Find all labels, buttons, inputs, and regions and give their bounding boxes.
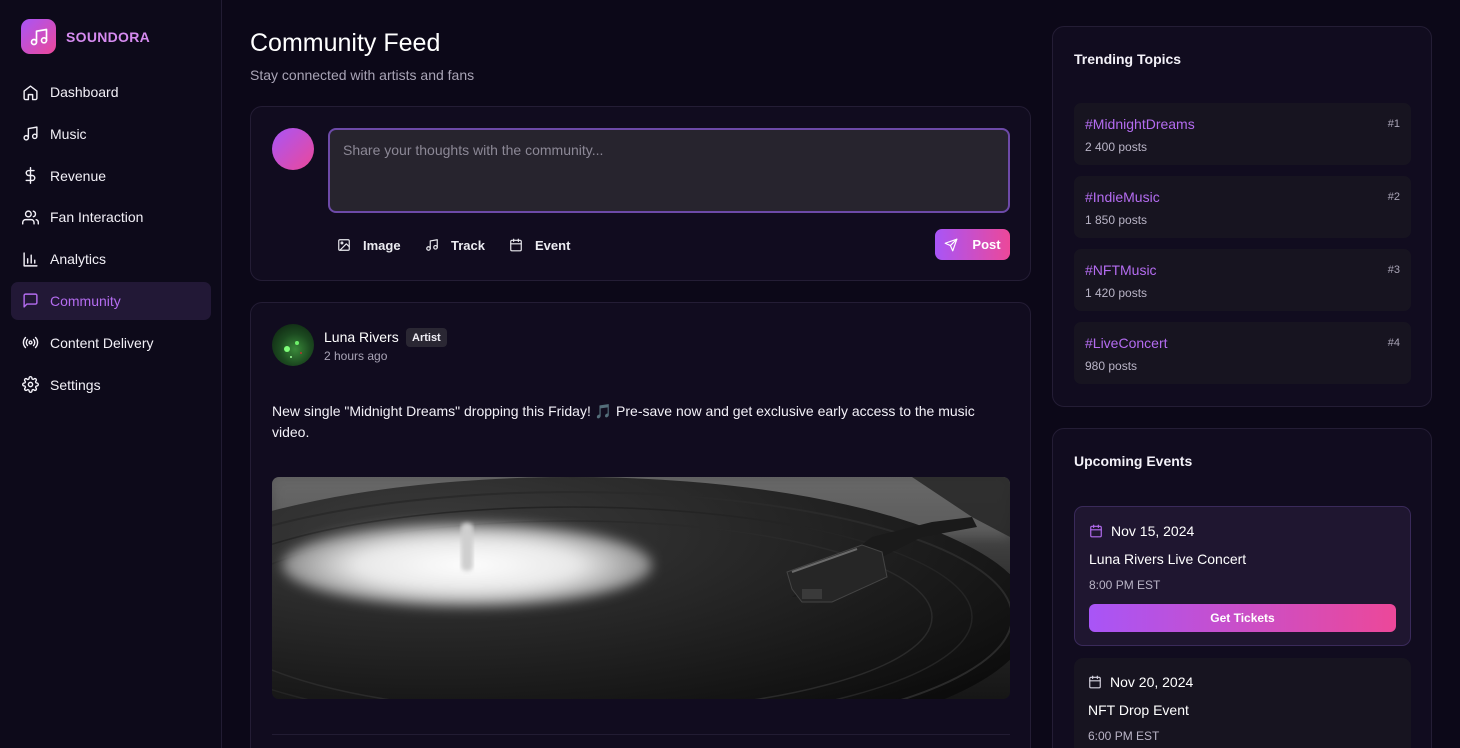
topic-post-count: 980 posts <box>1085 359 1138 373</box>
brand-name: SOUNDORA <box>66 28 151 45</box>
event-time: 8:00 PM EST <box>1089 578 1161 592</box>
event-name: Luna Rivers Live Concert <box>1089 551 1247 567</box>
post-body: New single "Midnight Dreams" dropping th… <box>272 403 975 440</box>
event-name: NFT Drop Event <box>1088 702 1189 718</box>
image-icon <box>338 239 350 251</box>
post-input[interactable] <box>328 128 1010 213</box>
sidebar-item-settings[interactable]: Settings <box>11 366 211 404</box>
dollar-icon <box>25 167 36 185</box>
event-date-text: Nov 20, 2024 <box>1110 674 1194 690</box>
sidebar-item-label: Dashboard <box>50 84 119 100</box>
sidebar-item-label: Revenue <box>50 167 107 184</box>
event-card[interactable]: Nov 20, 2024 NFT Drop Event 6:00 PM EST <box>1074 658 1411 748</box>
sidebar-nav: Dashboard Music Revenue Fan Interaction … <box>11 73 211 407</box>
sidebar: SOUNDORA Dashboard Music Revenue Fan Int… <box>0 0 222 748</box>
users-icon <box>22 210 39 225</box>
calendar-icon <box>1089 675 1101 689</box>
post-divider <box>272 734 1010 735</box>
topic-post-count: 1 850 posts <box>1085 213 1148 227</box>
send-icon <box>944 238 958 251</box>
attach-image-button[interactable]: Image <box>328 230 410 260</box>
event-card[interactable]: Nov 15, 2024 Luna Rivers Live Concert 8:… <box>1074 506 1411 646</box>
sidebar-item-fan-interaction[interactable]: Fan Interaction <box>11 198 211 236</box>
trending-topic[interactable]: #MidnightDreams 2 400 posts #1 <box>1074 103 1411 165</box>
post-image-vinyl-record[interactable] <box>272 477 1010 699</box>
trending-title: Trending Topics <box>1074 51 1182 67</box>
brand[interactable]: SOUNDORA <box>21 19 150 54</box>
page-subtitle: Stay connected with artists and fans <box>250 67 475 83</box>
post-timestamp: 2 hours ago <box>324 349 388 363</box>
events-title: Upcoming Events <box>1074 453 1193 469</box>
page-title: Community Feed <box>250 29 441 57</box>
topic-post-count: 1 420 posts <box>1085 286 1148 300</box>
attach-track-button[interactable]: Track <box>416 230 494 260</box>
sidebar-item-revenue[interactable]: Revenue <box>11 157 211 195</box>
sidebar-item-label: Content Delivery <box>50 334 154 351</box>
avatar[interactable] <box>272 324 314 366</box>
sidebar-item-label: Music <box>50 125 87 142</box>
artist-badge: Artist <box>406 328 447 347</box>
trending-topic[interactable]: #NFTMusic 1 420 posts #3 <box>1074 249 1411 311</box>
attach-image-label: Image <box>363 237 401 253</box>
post-composer: Image Track Event Post <box>250 106 1031 281</box>
sidebar-item-label: Analytics <box>50 251 107 268</box>
music-note-icon <box>21 19 56 54</box>
event-time: 6:00 PM EST <box>1088 729 1160 743</box>
sidebar-item-music[interactable]: Music <box>11 115 211 153</box>
music-note-icon <box>426 239 438 251</box>
home-icon <box>23 84 38 100</box>
post-button[interactable]: Post <box>935 229 1010 260</box>
sidebar-item-analytics[interactable]: Analytics <box>11 240 211 278</box>
topic-rank: #3 <box>1387 264 1400 276</box>
music-note-icon <box>23 126 38 141</box>
event-date: Nov 15, 2024 <box>1089 523 1194 539</box>
event-date: Nov 20, 2024 <box>1088 674 1193 690</box>
topic-post-count: 2 400 posts <box>1085 140 1148 154</box>
topic-tag: #LiveConcert <box>1085 335 1168 351</box>
upcoming-events-panel: Upcoming Events Nov 15, 2024 Luna Rivers… <box>1052 428 1432 748</box>
event-date-text: Nov 15, 2024 <box>1111 523 1195 539</box>
sidebar-item-community[interactable]: Community <box>11 281 211 320</box>
sidebar-item-label: Community <box>50 292 121 309</box>
topic-rank: #1 <box>1387 118 1400 130</box>
message-square-icon <box>23 293 38 309</box>
topic-rank: #2 <box>1387 191 1400 203</box>
topic-tag: #IndieMusic <box>1085 189 1160 205</box>
sidebar-item-label: Settings <box>50 376 101 393</box>
post-author[interactable]: Luna Rivers <box>324 329 399 345</box>
sidebar-item-content-delivery[interactable]: Content Delivery <box>11 324 211 362</box>
calendar-icon <box>510 238 522 252</box>
sidebar-item-label: Fan Interaction <box>50 209 144 226</box>
avatar <box>272 128 314 170</box>
broadcast-icon <box>22 337 39 349</box>
topic-tag: #NFTMusic <box>1085 262 1157 278</box>
get-tickets-button[interactable]: Get Tickets <box>1089 604 1396 632</box>
attach-event-label: Event <box>535 237 571 253</box>
topic-rank: #4 <box>1387 337 1400 349</box>
attach-event-button[interactable]: Event <box>500 230 579 260</box>
sidebar-item-dashboard[interactable]: Dashboard <box>11 73 211 111</box>
attach-track-label: Track <box>451 237 485 253</box>
bar-chart-icon <box>23 252 38 267</box>
gear-icon <box>22 376 39 394</box>
trending-topic[interactable]: #IndieMusic 1 850 posts #2 <box>1074 176 1411 238</box>
calendar-icon <box>1090 524 1102 538</box>
feed-post: Luna Rivers Artist 2 hours ago New singl… <box>250 302 1031 748</box>
trending-topics-panel: Trending Topics #MidnightDreams 2 400 po… <box>1052 26 1432 407</box>
post-button-label: Post <box>972 237 1001 252</box>
trending-topic[interactable]: #LiveConcert 980 posts #4 <box>1074 322 1411 384</box>
topic-tag: #MidnightDreams <box>1085 116 1195 132</box>
